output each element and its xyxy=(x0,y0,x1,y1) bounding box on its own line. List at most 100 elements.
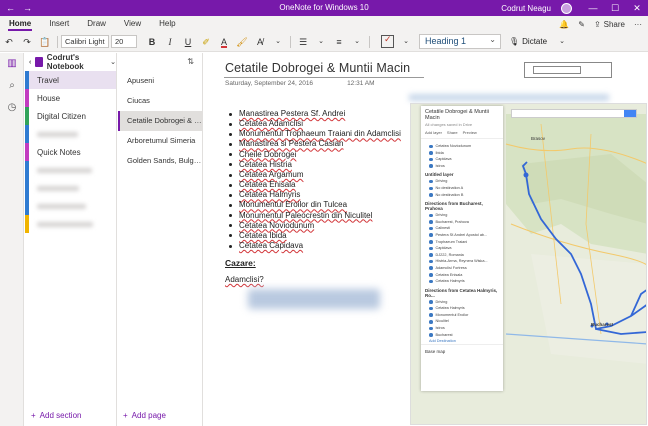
map-layer-row[interactable]: Monumentul Eroilor xyxy=(421,312,503,319)
preview-map-button[interactable]: Preview xyxy=(463,130,477,135)
list-item[interactable]: Cetatea Capidava xyxy=(226,241,401,251)
section-item[interactable] xyxy=(25,125,116,143)
numbered-list-icon[interactable]: ≡ xyxy=(330,33,348,51)
base-map-label[interactable]: Base map xyxy=(421,344,503,358)
minimize-button[interactable]: — xyxy=(582,0,604,16)
section-item[interactable]: House xyxy=(25,89,116,107)
bold-icon[interactable]: B xyxy=(143,33,161,51)
list-item[interactable]: Monumentul Eroilor din Tulcea xyxy=(226,200,401,210)
cazare-text[interactable]: Adamclisi? xyxy=(225,275,264,284)
list-item[interactable]: Manastirea si Pestera Casian xyxy=(226,139,401,149)
page-item[interactable]: Golden Sands, Bulgaria... xyxy=(118,151,202,171)
page-title[interactable]: Cetatile Dobrogei & Muntii Macin xyxy=(225,61,410,75)
map-screenshot[interactable]: Brasov Bucharest Cetatile Dobrogei & Mun… xyxy=(410,103,647,425)
tab-view[interactable]: View xyxy=(115,16,150,32)
chevron-down-icon[interactable]: ⌄ xyxy=(397,33,415,51)
map-layer-row[interactable]: Driving xyxy=(421,299,503,306)
map-layer-row[interactable]: Cetatea Enisala xyxy=(421,272,503,279)
page-item[interactable]: Arboretumul Simeria xyxy=(118,131,202,151)
list-item[interactable]: Cetatea Enisala xyxy=(226,180,401,190)
map-layer-row[interactable]: Capidava xyxy=(421,156,503,163)
tab-insert[interactable]: Insert xyxy=(40,16,78,32)
map-layer-row[interactable]: Trophaeum Traiani xyxy=(421,239,503,246)
list-item[interactable]: Cheile Dobrogei xyxy=(226,150,401,160)
section-item[interactable]: Travel xyxy=(25,71,116,89)
dictate-button[interactable]: 🎙 Dictate xyxy=(509,37,547,46)
list-item[interactable]: Cetatea Halmyris xyxy=(226,190,401,200)
sort-icon[interactable]: ⇅ xyxy=(118,53,202,71)
font-color-icon[interactable]: A xyxy=(215,33,233,51)
map-layer-row[interactable]: DJ222, Romania xyxy=(421,252,503,259)
list-item[interactable]: Cetatea Noviodunum xyxy=(226,221,401,231)
section-item[interactable] xyxy=(25,197,116,215)
map-layer-row[interactable]: Driving xyxy=(421,212,503,219)
notifications-icon[interactable]: 🔔 xyxy=(559,20,569,29)
font-size-input[interactable]: 20 xyxy=(111,35,137,48)
chevron-down-icon[interactable]: ⌄ xyxy=(348,33,366,51)
undo-icon[interactable]: ↶ xyxy=(0,33,18,51)
tab-help[interactable]: Help xyxy=(150,16,184,32)
list-item[interactable]: Monumentul Paleocrestin din Niculitel xyxy=(226,211,401,221)
notebooks-icon[interactable]: ▥ xyxy=(0,53,24,75)
add-page-button[interactable]: + Add page xyxy=(123,411,166,420)
maximize-button[interactable]: ☐ xyxy=(604,0,626,16)
underline-icon[interactable]: U xyxy=(179,33,197,51)
section-item[interactable] xyxy=(25,179,116,197)
more-options-button[interactable]: ··· xyxy=(634,20,642,29)
list-item[interactable]: Monumentul Trophaeum Traiani din Adamcli… xyxy=(226,129,401,139)
section-item[interactable] xyxy=(25,215,116,233)
section-item[interactable]: Digital Citizen xyxy=(25,107,116,125)
map-layer-row[interactable]: Bucharest xyxy=(421,332,503,339)
map-search-button[interactable] xyxy=(624,110,636,117)
list-item[interactable]: Cetatea Adamclisi xyxy=(226,119,401,129)
cazare-heading[interactable]: Cazare: xyxy=(225,258,256,268)
map-layer-row[interactable]: Cetatea Noviodunum xyxy=(421,143,503,150)
section-item[interactable] xyxy=(25,161,116,179)
pen-icon[interactable]: ✎ xyxy=(578,20,585,29)
close-button[interactable]: ✕ xyxy=(626,0,648,16)
chevron-down-icon[interactable]: ⌄ xyxy=(553,33,571,51)
chevron-down-icon[interactable]: ⌄ xyxy=(312,33,330,51)
map-layer-name[interactable]: Directions from Bucharest, Prahova xyxy=(421,198,503,212)
tab-draw[interactable]: Draw xyxy=(78,16,115,32)
share-map-button[interactable]: Share xyxy=(447,130,458,135)
share-button[interactable]: ⇪ Share xyxy=(594,20,625,29)
add-layer-button[interactable]: Add layer xyxy=(425,130,442,135)
redo-icon[interactable]: ↷ xyxy=(18,33,36,51)
avatar[interactable] xyxy=(561,2,572,14)
tab-home[interactable]: Home xyxy=(0,16,40,32)
list-item[interactable]: Cetatea Histria xyxy=(226,160,401,170)
map-layer-name[interactable]: Untitled layer xyxy=(421,169,503,178)
map-layer-row[interactable]: Histria-Arma, Reynera Wiska... xyxy=(421,258,503,265)
recent-icon[interactable]: ◷ xyxy=(0,97,24,119)
page-canvas[interactable]: Cetatile Dobrogei & Muntii Macin Saturda… xyxy=(204,53,648,426)
map-layer-row[interactable]: Istros xyxy=(421,325,503,332)
map-layer-row[interactable]: Istros xyxy=(421,163,503,170)
map-layer-row[interactable]: Driving xyxy=(421,178,503,185)
map-layer-row[interactable]: Calinesti xyxy=(421,225,503,232)
list-item[interactable]: Cetatea Argamum xyxy=(226,170,401,180)
forward-arrow-icon[interactable]: → xyxy=(23,0,32,16)
map-layer-row[interactable]: Pestera Sf.Andrei Apostol ab... xyxy=(421,232,503,239)
search-icon[interactable]: ⌕ xyxy=(0,75,24,97)
map-layer-row[interactable]: Capidava xyxy=(421,245,503,252)
style-select[interactable]: Heading 1 xyxy=(419,33,501,49)
map-search-input[interactable] xyxy=(511,109,637,118)
paste-icon[interactable]: 📋 xyxy=(36,33,54,51)
page-item[interactable]: Cetatile Dobrogei & M... xyxy=(118,111,202,131)
clear-formatting-icon[interactable]: A̸ xyxy=(251,33,269,51)
user-name[interactable]: Codrut Neagu xyxy=(501,4,551,13)
section-item[interactable]: Quick Notes xyxy=(25,143,116,161)
highlight-icon[interactable]: ✐ xyxy=(197,33,215,51)
map-layer-row[interactable]: Ibida xyxy=(421,150,503,157)
map-layer-row[interactable]: Bucharest, Prahova xyxy=(421,219,503,226)
notebook-selector[interactable]: ‹ Codrut's Notebook ⌄ xyxy=(25,53,116,71)
bullet-list-icon[interactable]: ☰ xyxy=(294,33,312,51)
format-painter-icon[interactable]: 🖌 xyxy=(233,33,251,51)
map-layer-name[interactable]: Directions from Cetatea Halmyris, Ro... xyxy=(421,285,503,299)
font-name-input[interactable]: Calibri Light xyxy=(61,35,109,48)
map-layer-row[interactable]: Cetatea Halmyris xyxy=(421,278,503,285)
back-arrow-icon[interactable]: ← xyxy=(6,0,15,16)
italic-icon[interactable]: I xyxy=(161,33,179,51)
places-list[interactable]: Manastirea Pestera Sf. Andrei Cetatea Ada… xyxy=(226,109,401,251)
